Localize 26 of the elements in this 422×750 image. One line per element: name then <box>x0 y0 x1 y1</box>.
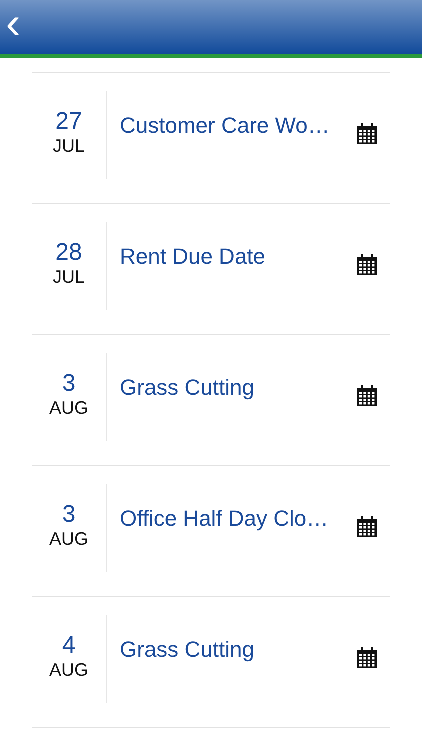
event-row[interactable]: 28 JUL Rent Due Date <box>32 204 390 335</box>
event-day: 28 <box>56 240 82 266</box>
event-title: Grass Cutting <box>119 636 254 664</box>
event-month: AUG <box>49 528 88 552</box>
event-title: Rent Due Date <box>119 243 266 271</box>
event-title: Customer Care Wo… <box>119 112 330 140</box>
event-day: 27 <box>56 109 82 136</box>
event-title: Grass Cutting <box>119 374 254 402</box>
event-month: JUL <box>52 135 85 158</box>
calendar-icon[interactable] <box>356 516 378 538</box>
event-day: 3 <box>62 502 76 528</box>
event-month: AUG <box>49 659 88 682</box>
event-row[interactable]: 4 AUG Grass Cutting <box>32 597 390 728</box>
event-title: Office Half Day Clo… <box>119 505 329 533</box>
event-row[interactable]: 27 JUL Customer Care Wo… <box>32 73 390 204</box>
event-row[interactable]: 3 AUG Grass Cutting <box>32 335 390 466</box>
calendar-icon[interactable] <box>356 123 378 145</box>
calendar-icon[interactable] <box>356 385 378 407</box>
event-month: AUG <box>49 397 88 420</box>
event-day: 4 <box>62 633 76 660</box>
back-button[interactable]: ‹ <box>0 2 29 52</box>
calendar-icon[interactable] <box>356 647 378 669</box>
event-month: JUL <box>52 266 85 290</box>
event-row[interactable]: 3 AUG Office Half Day Clo… <box>32 466 390 597</box>
calendar-icon[interactable] <box>356 254 378 276</box>
event-day: 3 <box>62 371 76 398</box>
